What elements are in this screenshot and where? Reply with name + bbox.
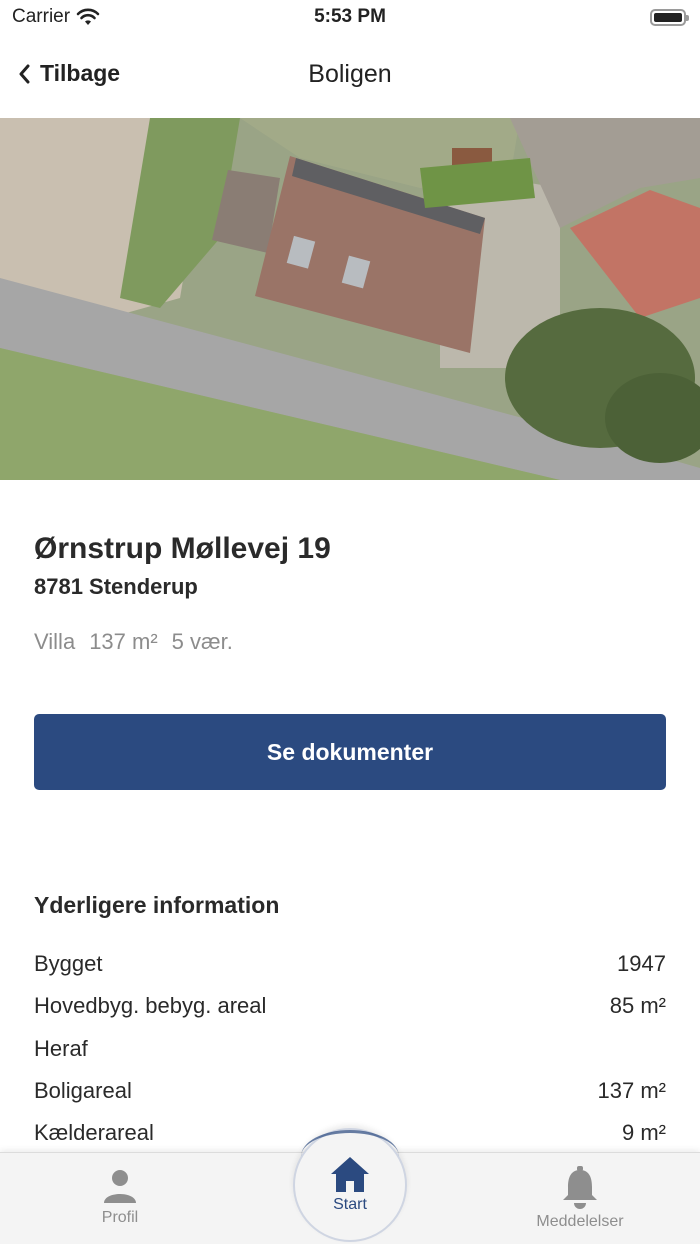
- property-aerial-image: [0, 118, 700, 480]
- tab-meddelelser[interactable]: Meddelelser: [510, 1153, 650, 1244]
- bell-icon: [563, 1166, 597, 1209]
- info-section-title: Yderligere information: [34, 892, 280, 918]
- info-label: Bygget: [34, 951, 103, 976]
- status-time: 5:53 PM: [314, 6, 386, 27]
- info-row-living-area: Boligareal 137 m²: [34, 1078, 666, 1108]
- property-rooms: 5 vær.: [171, 629, 233, 654]
- navigation-bar: Tilbage Boligen: [0, 44, 700, 108]
- info-value: 137 m²: [597, 1078, 666, 1103]
- page-title: Boligen: [308, 60, 392, 88]
- info-label: Hovedbyg. bebyg. areal: [34, 993, 267, 1018]
- battery-icon: [650, 9, 689, 26]
- person-icon: [104, 1170, 136, 1203]
- status-bar: Carrier 5:53 PM: [0, 0, 700, 40]
- tab-label: Profil: [101, 1209, 139, 1226]
- info-row-built: Bygget 1947: [34, 951, 666, 981]
- tab-label: Meddelelser: [536, 1213, 624, 1230]
- info-value: 9 m²: [622, 1120, 666, 1145]
- property-type: Villa: [34, 629, 76, 654]
- property-facts: Villa 137 m² 5 vær.: [34, 629, 233, 655]
- info-row-main-building-area: Hovedbyg. bebyg. areal 85 m²: [34, 993, 666, 1023]
- info-value: 1947: [617, 951, 666, 976]
- see-documents-button[interactable]: Se dokumenter: [34, 714, 666, 790]
- info-label: Boligareal: [34, 1078, 132, 1103]
- info-label: Kælderareal: [34, 1120, 154, 1145]
- property-address: Ørnstrup Møllevej 19: [34, 532, 331, 565]
- info-row-of-which: Heraf: [34, 1036, 666, 1066]
- property-city: 8781 Stenderup: [34, 574, 198, 599]
- tab-label: Start: [333, 1196, 367, 1213]
- tab-profil[interactable]: Profil: [60, 1153, 180, 1244]
- tab-start[interactable]: Start: [293, 1128, 407, 1242]
- home-icon: [331, 1157, 369, 1192]
- info-label: Heraf: [34, 1036, 88, 1061]
- info-value: 85 m²: [609, 993, 666, 1018]
- property-area: 137 m²: [89, 629, 158, 654]
